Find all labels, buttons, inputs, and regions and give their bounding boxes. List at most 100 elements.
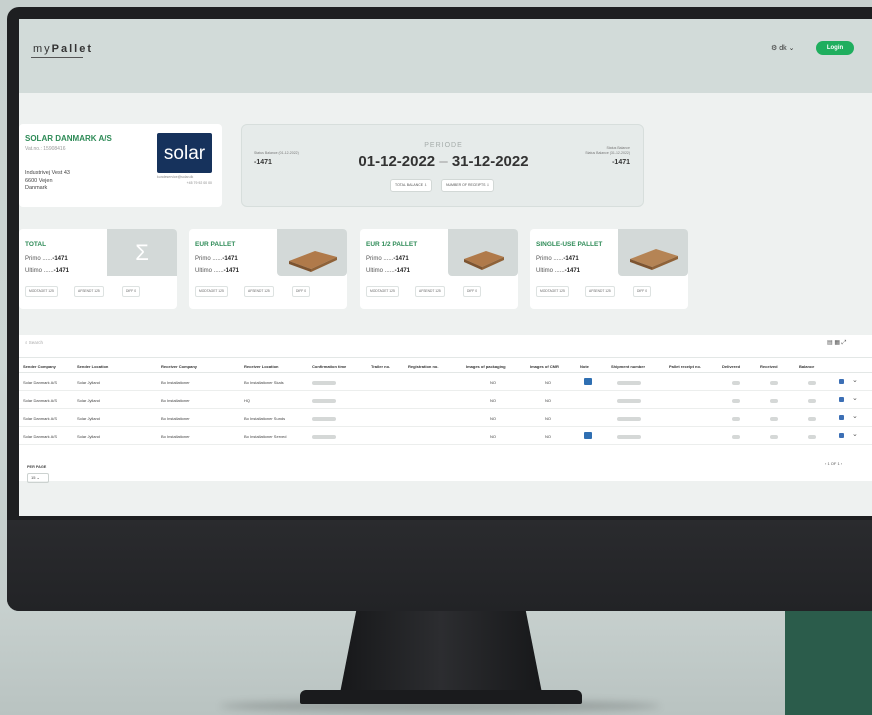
col-header[interactable]: Trailer no. xyxy=(371,364,390,369)
table-row[interactable]: Solar Danmark A/S Solar Jylland Bo Insta… xyxy=(19,427,872,445)
login-button[interactable]: Login xyxy=(816,41,854,55)
note-icon[interactable] xyxy=(584,378,592,385)
period-start: 01-12-2022 xyxy=(358,153,436,170)
redacted xyxy=(770,434,778,439)
card-total[interactable]: TOTAL Primo ......-1471 Ultimo ......-14… xyxy=(19,229,177,309)
card-ultimo: Ultimo ......-1471 xyxy=(536,268,580,274)
chevron-down-icon[interactable]: ⌄ xyxy=(852,430,858,438)
received-badge: MODTAGET 125 xyxy=(366,286,399,297)
redacted xyxy=(732,398,740,403)
edit-icon[interactable] xyxy=(839,433,844,438)
redacted xyxy=(808,434,816,439)
pallet-image xyxy=(618,229,688,276)
redacted xyxy=(617,434,641,439)
sent-badge: AFSENDT 125 xyxy=(74,286,104,297)
cell-received xyxy=(770,434,778,439)
edit-icon[interactable] xyxy=(839,397,844,402)
monitor-stand-neck xyxy=(340,611,542,693)
chevron-down-icon[interactable]: ⌄ xyxy=(852,412,858,420)
cell-balance xyxy=(808,380,816,385)
edit-icon[interactable] xyxy=(839,415,844,420)
cell-sender: Solar Danmark A/S xyxy=(23,416,58,421)
table-row[interactable]: Solar Danmark A/S Solar Jylland Bo Insta… xyxy=(19,391,872,409)
col-header[interactable]: Delivered xyxy=(722,364,740,369)
cell-balance xyxy=(808,434,816,439)
col-header[interactable]: Receiver Company xyxy=(161,364,197,369)
monitor-chin xyxy=(7,520,872,611)
redacted xyxy=(617,380,641,385)
card-eur-pallet[interactable]: EUR PALLET Primo ......-1471 Ultimo ....… xyxy=(189,229,347,309)
col-header[interactable]: Received xyxy=(760,364,778,369)
pallet-icon xyxy=(630,249,678,270)
shipments-table: ⌕ Search ▤ ▦ ⤢ Sender Company Sender Loc… xyxy=(19,335,872,483)
pagination[interactable]: ‹ 1 OF 1 › xyxy=(825,461,842,466)
cell-received xyxy=(770,380,778,385)
col-header[interactable]: Pallet receipt no. xyxy=(669,364,701,369)
redacted xyxy=(770,398,778,403)
app-logo[interactable]: myPallet xyxy=(33,43,93,55)
redacted xyxy=(312,398,336,403)
cell-delivered xyxy=(732,398,740,403)
col-header[interactable]: Sender Company xyxy=(23,364,56,369)
cell-confirmation-time xyxy=(312,416,336,421)
cell-sender: Solar Danmark A/S xyxy=(23,434,58,439)
card-ultimo: Ultimo ......-1471 xyxy=(195,268,239,274)
per-page-select[interactable]: 15 ⌄ xyxy=(27,473,49,483)
sent-badge: AFSENDT 125 xyxy=(585,286,615,297)
pallet-image xyxy=(277,229,347,276)
cell-images-cmr: NO xyxy=(545,416,551,421)
language-selector[interactable]: ⚙ dk ⌄ xyxy=(771,44,794,52)
note-icon[interactable] xyxy=(584,432,592,439)
chevron-down-icon[interactable]: ⌄ xyxy=(852,376,858,384)
status-left-label: Status Balance (01-12-2022) xyxy=(254,151,299,155)
primo-label: Primo ...... xyxy=(366,256,394,262)
ultimo-label: Ultimo ...... xyxy=(195,268,224,274)
total-balance-button[interactable]: TOTAL BALANCE ⇩ xyxy=(390,179,433,192)
cell-shipment-number xyxy=(617,380,641,385)
company-contact: kundeservice@solar.dk xyxy=(157,175,194,179)
cell-receiver: Bo Installationer xyxy=(161,380,190,385)
status-right-label: Status Balance Status Balance (31-12-202… xyxy=(560,146,630,156)
ultimo-value: -1471 xyxy=(223,268,240,274)
cell-images-packaging: NO xyxy=(490,416,496,421)
card-eur-half-pallet[interactable]: EUR 1/2 PALLET Primo ......-1471 Ultimo … xyxy=(360,229,518,309)
col-header[interactable]: Registration no. xyxy=(408,364,438,369)
table-toolbar-icons[interactable]: ▤ ▦ ⤢ xyxy=(827,339,846,347)
edit-icon[interactable] xyxy=(839,379,844,384)
col-header[interactable]: Confirmation time xyxy=(312,364,346,369)
monitor-stand-base xyxy=(300,690,582,704)
status-right-label-bottom: Status Balance (31-12-2022) xyxy=(585,151,630,155)
logo-bold: Pallet xyxy=(51,43,94,55)
redacted xyxy=(312,380,336,385)
per-page-label: PER PAGE xyxy=(27,465,47,469)
ultimo-value: -1471 xyxy=(564,268,581,274)
ultimo-label: Ultimo ...... xyxy=(366,268,395,274)
company-name: SOLAR DANMARK A/S xyxy=(25,134,112,143)
col-header[interactable]: Balance xyxy=(799,364,814,369)
primo-label: Primo ...... xyxy=(195,256,223,262)
card-single-use-pallet[interactable]: SINGLE-USE PALLET Primo ......-1471 Ulti… xyxy=(530,229,688,309)
cell-delivered xyxy=(732,380,740,385)
table-row[interactable]: Solar Danmark A/S Solar Jylland Bo Insta… xyxy=(19,373,872,391)
logo-underline xyxy=(31,57,83,58)
cell-receiver: Bo Installationer xyxy=(161,416,190,421)
col-header[interactable]: Shipment number xyxy=(611,364,645,369)
redacted xyxy=(732,416,740,421)
cell-confirmation-time xyxy=(312,398,336,403)
number-of-receipts-button[interactable]: NUMBER OF RECEIPTS ⇩ xyxy=(441,179,495,192)
chevron-down-icon[interactable]: ⌄ xyxy=(852,394,858,402)
search-input[interactable]: ⌕ Search xyxy=(25,340,43,345)
company-address: Industrivej Vest 43 6600 Vejen Danmark xyxy=(25,170,70,193)
col-header[interactable]: Receiver Location xyxy=(244,364,278,369)
col-header[interactable]: Images of CMR xyxy=(530,364,559,369)
col-header[interactable]: Images of packaging xyxy=(466,364,506,369)
cell-images-cmr: NO xyxy=(545,434,551,439)
col-header[interactable]: Sender Location xyxy=(77,364,108,369)
cell-delivered xyxy=(732,416,740,421)
pallet-icon xyxy=(464,251,504,270)
table-header: Sender Company Sender Location Receiver … xyxy=(19,357,872,373)
period-range[interactable]: 01-12-2022 – 31-12-2022 xyxy=(352,153,535,170)
address-line: Danmark xyxy=(25,185,48,191)
table-row[interactable]: Solar Danmark A/S Solar Jylland Bo Insta… xyxy=(19,409,872,427)
col-header[interactable]: Note xyxy=(580,364,589,369)
